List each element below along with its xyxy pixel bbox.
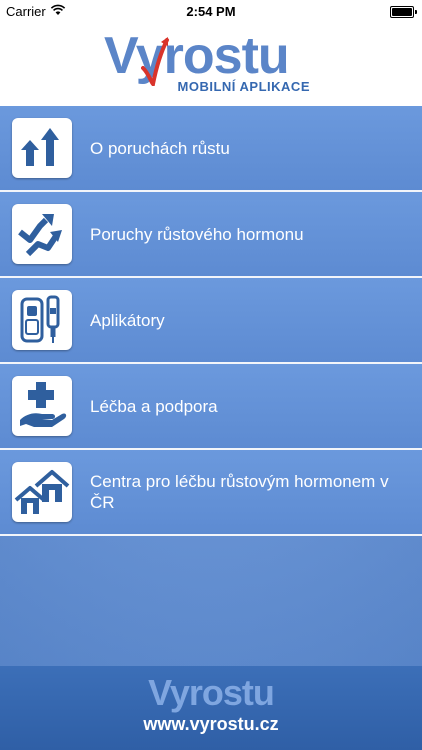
menu-item-label: Poruchy růstového hormonu (90, 224, 304, 244)
menu-item-poruchy-hormonu[interactable]: Poruchy růstového hormonu (0, 192, 422, 278)
app-logo: Vyrostu MOBILNÍ APLIKACE (104, 26, 324, 100)
logo-text: Vyrostu (104, 27, 290, 85)
menu-item-lecba-podpora[interactable]: Léčba a podpora (0, 364, 422, 450)
footer-logo: Vyrostu (148, 672, 275, 713)
growth-arrows-icon (12, 118, 72, 178)
main-menu: O poruchách růstu Poruchy růstového horm… (0, 106, 422, 666)
menu-item-aplikatory[interactable]: Aplikátory (0, 278, 422, 364)
houses-icon (12, 462, 72, 522)
footer-banner[interactable]: Vyrostu www.vyrostu.cz (0, 666, 422, 750)
app-header: Vyrostu MOBILNÍ APLIKACE (0, 22, 422, 106)
menu-item-label: Aplikátory (90, 310, 165, 330)
menu-item-label: O poruchách růstu (90, 138, 230, 158)
battery-icon (390, 6, 417, 18)
hand-cross-icon (12, 376, 72, 436)
status-bar: Carrier 2:54 PM (0, 0, 422, 22)
menu-item-label: Centra pro léčbu růstovým hormonem v ČR (90, 472, 389, 512)
zigzag-arrows-icon (12, 204, 72, 264)
menu-item-centra[interactable]: Centra pro léčbu růstovým hormonem v ČR (0, 450, 422, 536)
logo-subtitle: MOBILNÍ APLIKACE (177, 79, 310, 94)
website-link[interactable]: www.vyrostu.cz (0, 714, 422, 735)
clock: 2:54 PM (186, 4, 236, 19)
menu-item-poruchy-rustu[interactable]: O poruchách růstu (0, 106, 422, 192)
menu-item-label: Léčba a podpora (90, 396, 218, 416)
logo-swoosh-icon (141, 37, 169, 86)
injector-devices-icon (12, 290, 72, 350)
